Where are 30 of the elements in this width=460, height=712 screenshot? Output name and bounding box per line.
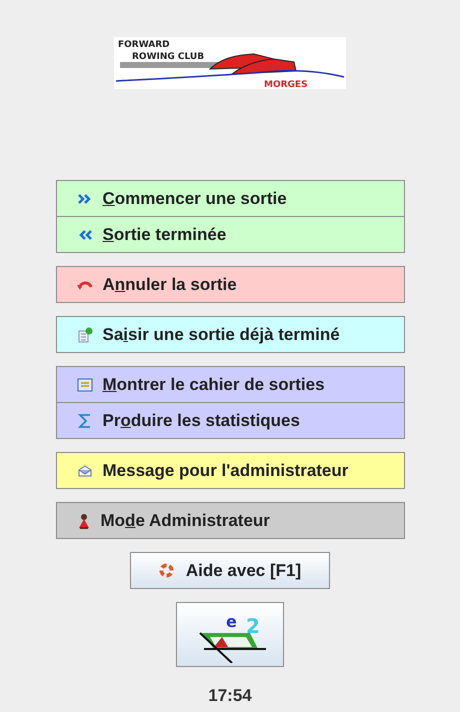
double-chevron-left-icon bbox=[76, 228, 92, 240]
button-label: Montrer le cahier de sorties bbox=[102, 374, 325, 396]
app-logo: e 2 bbox=[192, 606, 268, 662]
menu-button[interactable]: Annuler la sortie bbox=[56, 266, 404, 303]
menu-button[interactable]: Saisir une sortie déjà terminé bbox=[56, 316, 404, 353]
button-label: Mode Administrateur bbox=[100, 510, 270, 532]
sigma-icon bbox=[76, 412, 92, 428]
envelope-icon bbox=[76, 464, 92, 478]
button-label: Commencer une sortie bbox=[102, 188, 287, 210]
club-logo: FORWARD ROWING CLUB MORGES bbox=[114, 37, 346, 89]
logo-button[interactable]: e 2 bbox=[176, 602, 284, 667]
menu-button[interactable]: Sortie terminée bbox=[56, 216, 404, 253]
menu-button[interactable]: Produire les statistiques bbox=[56, 402, 404, 439]
person-icon bbox=[76, 512, 90, 528]
notepad-icon bbox=[76, 326, 92, 342]
menu-button[interactable]: Commencer une sortie bbox=[56, 180, 404, 217]
list-window-icon bbox=[76, 378, 92, 392]
menu-button[interactable]: Message pour l'administrateur bbox=[56, 452, 404, 489]
menu-button[interactable]: Montrer le cahier de sorties bbox=[56, 366, 404, 403]
double-chevron-right-icon bbox=[76, 192, 92, 204]
clock-time: 17:54 bbox=[208, 685, 252, 707]
button-label: Annuler la sortie bbox=[102, 274, 237, 296]
lifebuoy-icon bbox=[158, 563, 174, 578]
button-label: Message pour l'administrateur bbox=[102, 460, 348, 482]
undo-arrow-icon bbox=[76, 278, 92, 290]
button-label: Saisir une sortie déjà terminé bbox=[102, 324, 340, 346]
menu-button[interactable]: Mode Administrateur bbox=[56, 502, 404, 539]
help-button[interactable]: Aide avec [F1] bbox=[130, 552, 330, 589]
button-label: Produire les statistiques bbox=[102, 410, 300, 432]
button-label: Sortie terminée bbox=[102, 224, 226, 246]
